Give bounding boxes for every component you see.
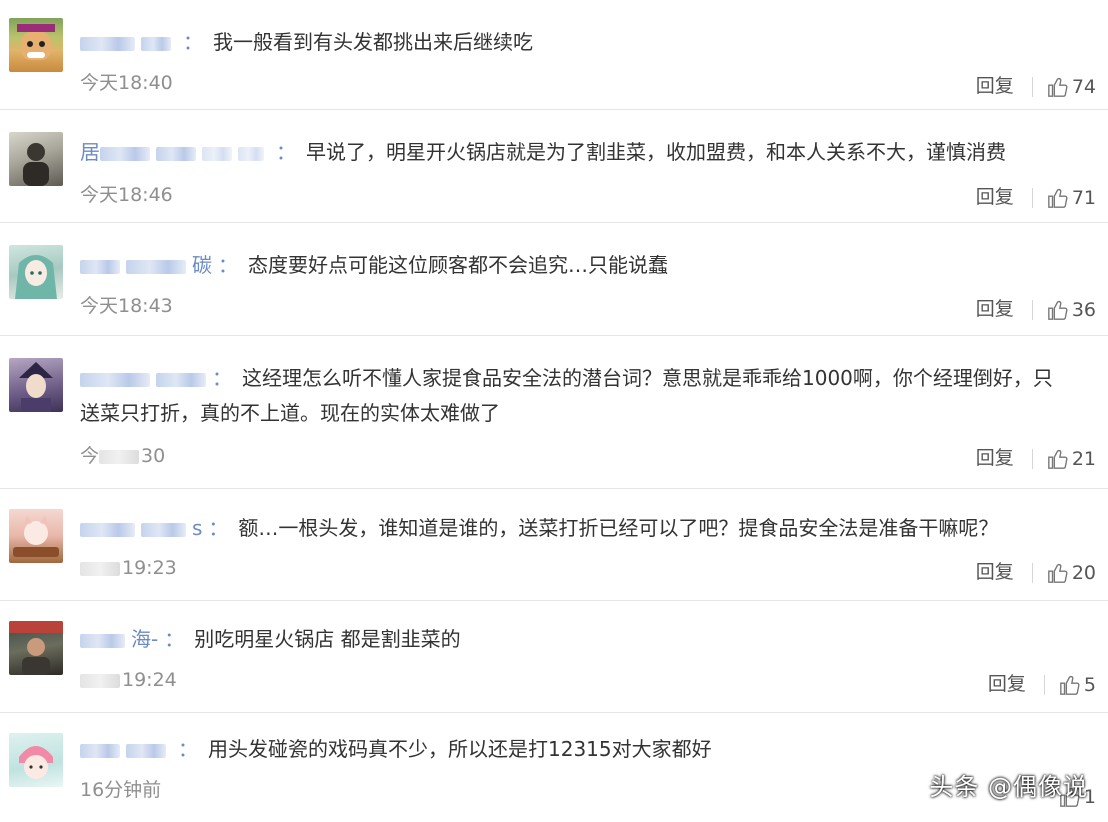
comment-time: 19:24	[80, 667, 177, 693]
like-count: 21	[1071, 447, 1096, 470]
username-blur[interactable]	[238, 146, 264, 161]
avatar[interactable]	[9, 509, 63, 563]
girl-avatar-icon	[19, 746, 53, 779]
comment-line: s：额…一根头发，谁知道是谁的，送菜打折已经可以了吧？提食品安全法是准备干嘛呢？	[80, 514, 998, 542]
comment-actions: 回复 20	[976, 559, 1096, 586]
divider	[1031, 187, 1033, 208]
comment-time: 今天18:43	[80, 295, 173, 317]
avatar[interactable]	[9, 358, 63, 412]
comment-line: ：我一般看到有头发都挑出来后继续吃	[80, 28, 533, 56]
username-blur[interactable]	[156, 146, 196, 161]
like-count: 71	[1071, 186, 1096, 209]
username[interactable]: 居	[80, 140, 100, 164]
comment-line: ：这经理怎么听不懂人家提食品安全法的潜台词？意思就是乖乖给1000啊，你个经理倒…	[80, 364, 1053, 392]
avatar[interactable]	[9, 621, 63, 675]
comment-text: 这经理怎么听不懂人家提食品安全法的潜台词？意思就是乖乖给1000啊，你个经理倒好…	[242, 366, 1053, 390]
comment-actions: 回复 71	[976, 184, 1096, 211]
cat-avatar-icon	[13, 515, 59, 557]
comment-item: 碳：态度要好点可能这位顾客都不会追究…只能说蠢 今天18:43 回复 36	[0, 223, 1108, 336]
thumbs-up-icon[interactable]	[1047, 446, 1069, 472]
username-blur[interactable]	[141, 522, 186, 537]
divider	[1031, 562, 1033, 583]
reply-button[interactable]: 回复	[976, 445, 1014, 471]
time-blur	[80, 673, 120, 688]
thumbs-up-icon[interactable]	[1059, 672, 1081, 698]
username-blur[interactable]	[126, 743, 166, 758]
like-count: 20	[1071, 561, 1096, 584]
reply-button[interactable]: 回复	[976, 559, 1014, 585]
comment-line: ：用头发碰瓷的戏码真不少，所以还是打12315对大家都好	[80, 735, 712, 763]
comment-line: 海-：别吃明星火锅店 都是割韭菜的	[80, 625, 461, 653]
thumbs-up-icon[interactable]	[1047, 560, 1069, 586]
username-blur[interactable]	[80, 522, 135, 537]
avatar[interactable]	[9, 132, 63, 186]
time-blur	[80, 561, 120, 576]
comment-text: 用头发碰瓷的戏码真不少，所以还是打12315对大家都好	[208, 737, 712, 761]
comment-time: 今天18:40	[80, 72, 173, 94]
username-blur[interactable]	[156, 372, 206, 387]
anime-avatar-icon	[15, 255, 57, 299]
comment-time: 今 30	[80, 443, 165, 469]
comment-text: 别吃明星火锅店 都是割韭菜的	[194, 627, 461, 651]
username-blur[interactable]	[80, 743, 120, 758]
thumbs-up-icon[interactable]	[1047, 74, 1069, 100]
avatar[interactable]	[9, 18, 63, 72]
reply-button[interactable]: 回复	[988, 671, 1026, 697]
comment-text-continued: 送菜只打折，真的不上道。现在的实体太难做了	[80, 401, 500, 425]
username[interactable]: 碳	[192, 253, 212, 277]
watermark: 头条 @偶像说	[929, 773, 1088, 801]
avatar[interactable]	[9, 733, 63, 787]
thumbs-up-icon[interactable]	[1047, 185, 1069, 211]
comment-time: 19:23	[80, 555, 177, 581]
person-avatar-icon	[9, 621, 63, 675]
username-blur[interactable]	[80, 372, 150, 387]
username-blur[interactable]	[202, 146, 232, 161]
reply-button[interactable]: 回复	[976, 296, 1014, 322]
comment-actions: 回复 36	[976, 296, 1096, 323]
comment-line: 居：早说了，明星开火锅店就是为了割韭菜，收加盟费，和本人关系不大，谨慎消费	[80, 140, 1006, 164]
comment-item: ：我一般看到有头发都挑出来后继续吃 今天18:40 回复 74	[0, 0, 1108, 110]
divider	[1043, 674, 1045, 695]
comment-item: 海-：别吃明星火锅店 都是割韭菜的 19:24 回复 5	[0, 601, 1108, 713]
username-blur[interactable]	[80, 259, 120, 274]
like-count: 5	[1083, 673, 1096, 696]
doge-avatar-icon	[17, 24, 55, 60]
avatar[interactable]	[9, 245, 63, 299]
comment-text: 我一般看到有头发都挑出来后继续吃	[213, 30, 533, 54]
comment-line: 碳：态度要好点可能这位顾客都不会追究…只能说蠢	[80, 251, 668, 279]
comment-actions: 回复 21	[976, 445, 1096, 472]
time-value: 19:23	[122, 557, 177, 579]
username[interactable]: s	[192, 516, 202, 540]
comment-item: s：额…一根头发，谁知道是谁的，送菜打折已经可以了吧？提食品安全法是准备干嘛呢？…	[0, 489, 1108, 601]
time-value: 19:24	[122, 669, 177, 691]
username-blur[interactable]	[141, 36, 171, 51]
username-blur[interactable]	[100, 146, 150, 161]
comment-item: ：这经理怎么听不懂人家提食品安全法的潜台词？意思就是乖乖给1000啊，你个经理倒…	[0, 336, 1108, 489]
divider	[1031, 299, 1033, 320]
divider	[1031, 448, 1033, 469]
comment-item: 居：早说了，明星开火锅店就是为了割韭菜，收加盟费，和本人关系不大，谨慎消费 今天…	[0, 110, 1108, 223]
comment-actions: 回复 5	[988, 671, 1096, 698]
username-blur[interactable]	[80, 633, 125, 648]
comment-actions: 回复 74	[976, 73, 1096, 100]
time-value: 30	[141, 445, 166, 467]
username-blur[interactable]	[126, 259, 186, 274]
person-avatar-icon	[23, 143, 49, 186]
comment-text: 早说了，明星开火锅店就是为了割韭菜，收加盟费，和本人关系不大，谨慎消费	[306, 140, 1006, 164]
comment-text: 额…一根头发，谁知道是谁的，送菜打折已经可以了吧？提食品安全法是准备干嘛呢？	[238, 516, 999, 540]
comment-time: 今天18:46	[80, 184, 173, 206]
comment-time: 16分钟前	[80, 779, 162, 801]
like-count: 36	[1071, 298, 1096, 321]
time-blur	[99, 449, 140, 464]
reply-button[interactable]: 回复	[976, 184, 1014, 210]
username-blur[interactable]	[80, 36, 135, 51]
comment-text: 态度要好点可能这位顾客都不会追究…只能说蠢	[248, 253, 668, 277]
like-count: 74	[1071, 75, 1096, 98]
character-avatar-icon	[19, 362, 53, 412]
time-prefix: 今	[80, 445, 100, 467]
reply-button[interactable]: 回复	[976, 73, 1014, 99]
username[interactable]: 海-	[131, 627, 158, 651]
divider	[1031, 76, 1033, 97]
thumbs-up-icon[interactable]	[1047, 297, 1069, 323]
